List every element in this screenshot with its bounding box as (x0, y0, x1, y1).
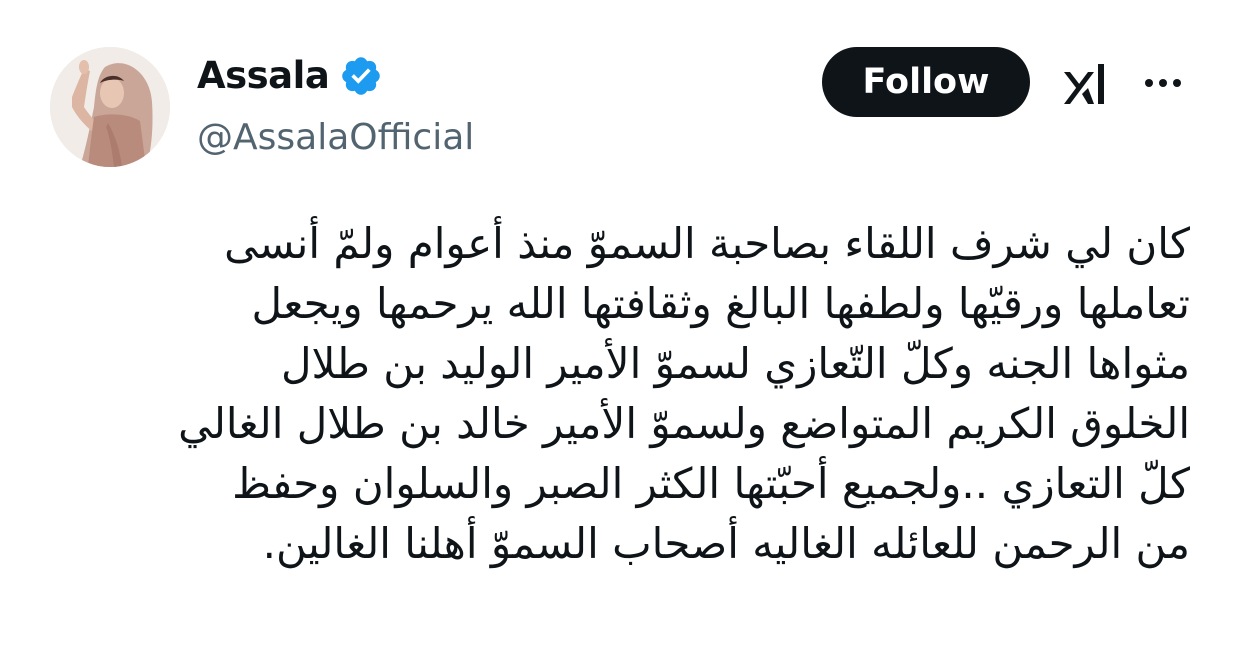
avatar-image (50, 47, 170, 167)
tweet-text-line: الخلوق الكريم المتواضع ولسموّ الأمير خال… (178, 399, 1190, 448)
handle[interactable]: @AssalaOfficial (197, 108, 474, 168)
avatar[interactable] (50, 47, 170, 167)
tweet-header: Assala @AssalaOfficial Follow (50, 44, 1200, 169)
display-name[interactable]: Assala (197, 48, 330, 104)
more-options-icon[interactable] (1136, 56, 1190, 110)
tweet-text-line: تعاملها ورقيّها ولطفها البالغ وثقافتها ا… (251, 279, 1190, 328)
display-name-row: Assala (197, 48, 474, 104)
tweet-card: Assala @AssalaOfficial Follow كان لي شرف… (0, 0, 1242, 654)
tweet-text-line: مثواها الجنه وكلّ التّعازي لسموّ الأمير … (280, 339, 1190, 388)
tweet-text-line: من الرحمن للعائله الغاليه أصحاب السموّ أ… (262, 519, 1190, 568)
tweet-text: كان لي شرف اللقاء بصاحبة السموّ منذ أعوا… (56, 214, 1190, 574)
author-names: Assala @AssalaOfficial (197, 48, 474, 168)
tweet-text-line: كان لي شرف اللقاء بصاحبة السموّ منذ أعوا… (224, 219, 1190, 268)
follow-button[interactable]: Follow (822, 47, 1030, 117)
grok-icon[interactable] (1058, 58, 1110, 110)
tweet-text-line: كلّ التعازي ..ولجميع أحبّتها الكثر الصبر… (232, 459, 1190, 508)
verified-badge-icon[interactable] (339, 54, 383, 98)
